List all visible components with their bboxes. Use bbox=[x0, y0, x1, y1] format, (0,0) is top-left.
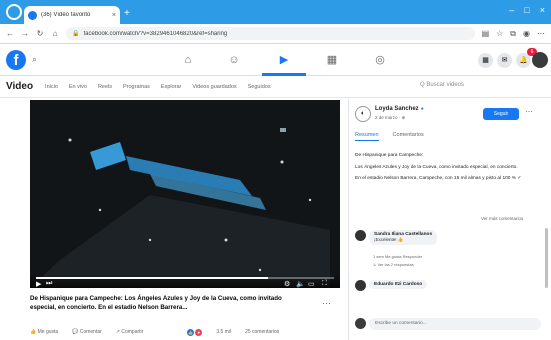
subnav-item-explore[interactable]: Explorar bbox=[161, 84, 181, 90]
comment-input[interactable]: Escribe un comentario... bbox=[369, 318, 541, 330]
video-progress-fill bbox=[36, 277, 269, 279]
subnav-item-shows[interactable]: Programas bbox=[123, 84, 150, 90]
comment-count[interactable]: 25 comentarios bbox=[245, 329, 279, 335]
view-replies-link[interactable]: ↳ Ver las 2 respuestas bbox=[373, 262, 414, 267]
share-label: Compartir bbox=[121, 329, 144, 335]
video-search-input[interactable]: Q Buscar videos bbox=[420, 82, 464, 88]
menu-grid-icon[interactable]: ▦ bbox=[478, 53, 493, 68]
url-text: facebook.com/watch/?v=3829461046820&ref=… bbox=[83, 30, 228, 37]
reader-icon[interactable]: ▤ bbox=[482, 29, 490, 38]
search-icon[interactable]: ⌕ bbox=[32, 54, 37, 65]
maximize-button[interactable]: □ bbox=[524, 5, 529, 15]
facebook-top-nav: f ⌕ ⌂ ☺ ▶ ▦ ◎ ▦ ✉ 🔔 6 bbox=[0, 44, 551, 76]
video-details-panel: ◐ Loyda Sanchez ● 2 de marzo · ⊕ Seguir ⋯… bbox=[348, 98, 551, 340]
love-reaction-icon: ♥ bbox=[195, 328, 203, 336]
forward-icon[interactable]: → bbox=[21, 29, 29, 38]
browser-logo-icon bbox=[6, 4, 22, 20]
user-avatar bbox=[355, 318, 366, 329]
video-stage: ▶ ⏭ ⚙ 🔈 ▭ ⛶ De Hispanique para Campeche:… bbox=[0, 98, 348, 340]
comment-bubble: Eduardo Itzi Cardoso bbox=[369, 280, 428, 289]
video-description: De Hispanique para Campeche: Los Ángeles… bbox=[355, 152, 541, 187]
settings-gear-icon[interactable]: ⚙ bbox=[284, 280, 290, 288]
page-name[interactable]: Loyda Sanchez ● bbox=[375, 106, 424, 112]
marketplace-tab-icon[interactable]: ▦ bbox=[322, 52, 342, 68]
video-progress-bar[interactable] bbox=[36, 277, 334, 279]
video-subnav: Video Inicio En vivo Reels Programas Exp… bbox=[0, 76, 551, 98]
reload-icon[interactable]: ↻ bbox=[36, 29, 44, 38]
page-name-text: Loyda Sanchez bbox=[375, 106, 419, 112]
friends-tab-icon[interactable]: ☺ bbox=[224, 52, 244, 68]
messenger-icon[interactable]: ✉ bbox=[497, 53, 512, 68]
home-icon[interactable]: ⌂ bbox=[51, 29, 59, 38]
post-meta: 2 de marzo · ⊕ bbox=[375, 115, 406, 120]
play-icon[interactable]: ▶ bbox=[36, 280, 41, 288]
home-tab-icon[interactable]: ⌂ bbox=[178, 52, 198, 68]
video-player[interactable]: ▶ ⏭ ⚙ 🔈 ▭ ⛶ bbox=[30, 100, 340, 288]
commenter-avatar[interactable] bbox=[355, 280, 366, 291]
comment-bubble: Sandra Iliana Castellanos ¡Excelente! 👍 bbox=[369, 230, 438, 245]
picture-in-picture-icon[interactable]: ▭ bbox=[308, 280, 315, 288]
like-reaction-icon: 👍 bbox=[187, 328, 195, 336]
lock-icon: 🔒 bbox=[72, 31, 80, 37]
browser-tab[interactable]: (36) Vídeo favorito × bbox=[24, 6, 120, 24]
groups-tab-icon[interactable]: ◎ bbox=[370, 52, 390, 68]
url-field[interactable]: 🔒 facebook.com/watch/?v=3829461046820&re… bbox=[66, 27, 475, 40]
profile-avatar[interactable] bbox=[532, 52, 548, 68]
like-label: Me gusta bbox=[37, 329, 59, 335]
watch-tab-icon[interactable]: ▶ bbox=[274, 52, 294, 68]
close-window-button[interactable]: × bbox=[540, 5, 545, 15]
facebook-logo-icon[interactable]: f bbox=[6, 50, 26, 70]
subnav-item-home[interactable]: Inicio bbox=[45, 84, 58, 90]
volume-icon[interactable]: 🔈 bbox=[296, 280, 305, 288]
commenter-avatar[interactable] bbox=[355, 230, 366, 241]
minimize-button[interactable]: – bbox=[509, 5, 514, 15]
verified-icon: ● bbox=[420, 106, 424, 112]
concert-frame bbox=[30, 100, 340, 288]
panel-scrollbar[interactable] bbox=[545, 228, 548, 288]
back-icon[interactable]: ← bbox=[6, 29, 14, 38]
video-section-title: Video bbox=[6, 81, 34, 92]
window-controls: – □ × bbox=[509, 5, 545, 15]
subnav-item-live[interactable]: En vivo bbox=[69, 84, 87, 90]
share-button[interactable]: ↗ Compartir bbox=[116, 329, 144, 335]
description-line: Los Ángeles Azules y Joy de la Cueva, co… bbox=[355, 164, 518, 170]
fullscreen-icon[interactable]: ⛶ bbox=[322, 280, 327, 288]
tab-comments[interactable]: Comentarios bbox=[393, 132, 424, 141]
commenter-name[interactable]: Eduardo Itzi Cardoso bbox=[374, 282, 422, 287]
subnav-item-reels[interactable]: Reels bbox=[98, 84, 112, 90]
profile-icon[interactable]: ◉ bbox=[523, 29, 530, 38]
description-line: En el estadio Nelson Barrera, Campeche, … bbox=[355, 176, 522, 181]
reaction-icons[interactable]: 👍 ♥ bbox=[187, 328, 203, 336]
collections-icon[interactable]: ⧉ bbox=[510, 29, 516, 39]
video-controls: ▶ ⏭ ⚙ 🔈 ▭ ⛶ bbox=[30, 274, 340, 288]
favorite-star-icon[interactable]: ☆ bbox=[496, 29, 503, 38]
browser-menu-icon[interactable]: ⋯ bbox=[537, 29, 545, 38]
address-bar: ← → ↻ ⌂ 🔒 facebook.com/watch/?v=38294610… bbox=[0, 24, 551, 44]
comment-text: ¡Excelente! 👍 bbox=[374, 237, 404, 242]
tab-close-icon[interactable]: × bbox=[112, 12, 116, 19]
comment-button[interactable]: 💬 Comentar bbox=[72, 329, 102, 335]
page-avatar[interactable]: ◐ bbox=[355, 106, 371, 122]
reaction-count[interactable]: 3.5 mil bbox=[216, 329, 231, 335]
tab-title: (36) Vídeo favorito bbox=[41, 12, 91, 18]
panel-tabs: Resumen Comentarios bbox=[355, 132, 424, 141]
subnav-item-saved[interactable]: Videos guardados bbox=[192, 84, 236, 90]
comment-meta[interactable]: 1 sem Me gusta Responder bbox=[373, 254, 422, 259]
skip-next-icon[interactable]: ⏭ bbox=[46, 280, 52, 288]
facebook-favicon-icon bbox=[28, 10, 37, 20]
more-comments-link[interactable]: Ver más comentarios bbox=[481, 216, 523, 221]
subnav-item-following[interactable]: Seguidos bbox=[248, 84, 271, 90]
description-line: De Hispanique para Campeche: bbox=[355, 153, 424, 158]
tab-summary[interactable]: Resumen bbox=[355, 132, 379, 141]
comment-label: Comentar bbox=[79, 329, 102, 335]
new-tab-button[interactable]: + bbox=[124, 9, 130, 19]
browser-titlebar: (36) Vídeo favorito × + – □ × bbox=[0, 0, 551, 24]
panel-more-icon[interactable]: ⋯ bbox=[525, 107, 533, 116]
video-action-bar: 👍 Me gusta 💬 Comentar ↗ Compartir 👍 ♥ 3.… bbox=[30, 326, 344, 338]
follow-button[interactable]: Seguir bbox=[483, 108, 519, 120]
like-button[interactable]: 👍 Me gusta bbox=[30, 329, 58, 335]
video-title: De Hispanique para Campeche: Los Ángeles… bbox=[30, 295, 282, 311]
video-more-options-icon[interactable]: ⋯ bbox=[322, 298, 331, 309]
